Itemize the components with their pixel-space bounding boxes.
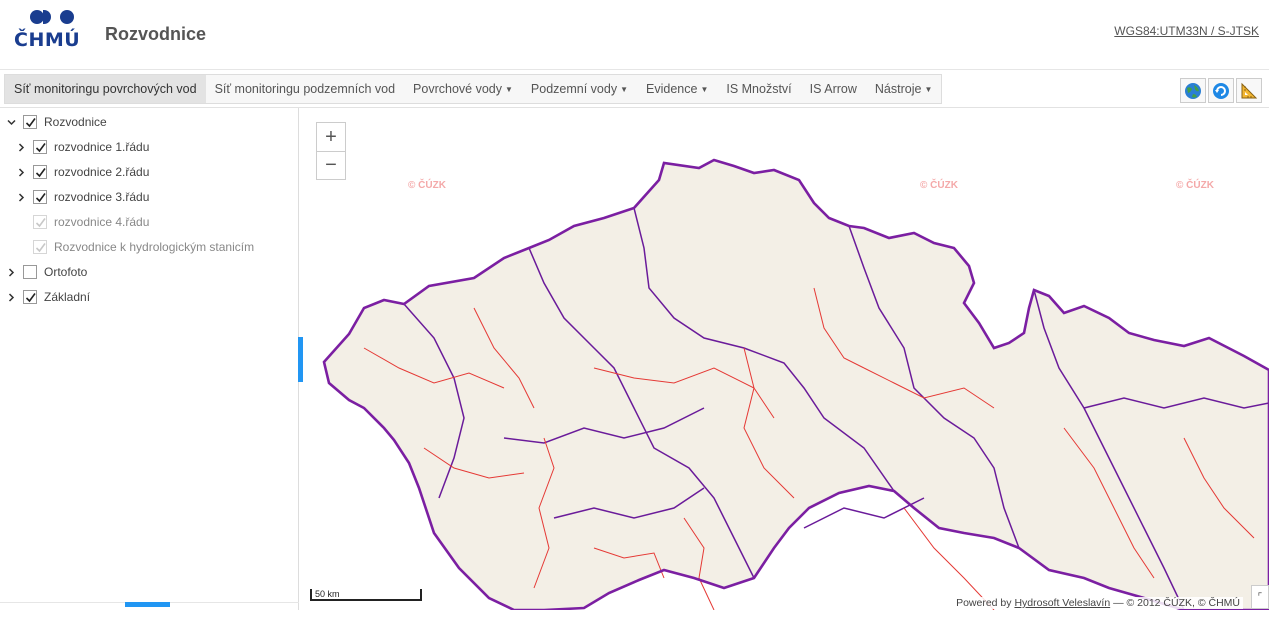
- page-footer: [0, 610, 1269, 618]
- map-basemap: [324, 160, 1269, 610]
- check-icon: [35, 242, 46, 252]
- menu-item-label: IS Množství: [726, 82, 792, 96]
- layer-checkbox: [33, 240, 47, 254]
- measure-button[interactable]: [1236, 78, 1262, 103]
- layer-label: rozvodnice 4.řádu: [54, 215, 150, 229]
- chevron-right-icon[interactable]: [6, 267, 16, 277]
- layer-checkbox[interactable]: [33, 140, 47, 154]
- crs-link[interactable]: WGS84:UTM33N / S-JTSK: [1114, 24, 1259, 38]
- layer-tree-item[interactable]: Ortofoto: [6, 260, 87, 284]
- layer-sidebar: Rozvodnice rozvodnice 1.řádu rozvodnice 2.…: [0, 108, 299, 618]
- layer-tree-item[interactable]: Rozvodnice: [6, 110, 107, 134]
- map-watermark: © ČÚZK: [408, 180, 446, 191]
- layer-label: rozvodnice 3.řádu: [54, 190, 150, 204]
- attribution-suffix: — © 2012 ČÚZK, © ČHMÚ: [1110, 597, 1240, 609]
- menu-item-label: Evidence: [646, 82, 698, 96]
- check-icon: [25, 117, 36, 127]
- chevron-right-icon[interactable]: [16, 192, 26, 202]
- map-canvas[interactable]: [304, 108, 1269, 610]
- layer-label: Rozvodnice: [44, 115, 107, 129]
- sidebar-splitter[interactable]: [298, 337, 303, 382]
- check-icon: [25, 292, 36, 302]
- app-title: Rozvodnice: [105, 24, 207, 44]
- layer-tree-item[interactable]: rozvodnice 3.řádu: [16, 185, 149, 209]
- menu-item-label: Síť monitoringu povrchových vod: [14, 82, 197, 96]
- menu-item[interactable]: IS Množství: [717, 75, 800, 103]
- layer-label: Základní: [44, 290, 91, 304]
- menu-item[interactable]: Síť monitoringu povrchových vod: [5, 75, 206, 103]
- main-navbar: Síť monitoringu povrchových vod Síť monit…: [0, 70, 1269, 108]
- main-menu: Síť monitoringu povrchových vod Síť monit…: [4, 74, 943, 104]
- refresh-button[interactable]: [1208, 78, 1234, 103]
- attribution-prefix: Powered by: [956, 597, 1015, 609]
- menu-item-label: Nástroje: [874, 82, 922, 96]
- layer-checkbox[interactable]: [33, 190, 47, 204]
- zoom-control: + −: [316, 122, 346, 180]
- refresh-icon: [1213, 82, 1229, 99]
- check-icon: [35, 142, 46, 152]
- layer-tree-item[interactable]: rozvodnice 4.řádu: [16, 210, 149, 234]
- chevron-right-icon[interactable]: [16, 142, 26, 152]
- layer-checkbox[interactable]: [23, 265, 37, 279]
- logo-text: ČHMÚ: [14, 29, 81, 51]
- menu-item-label: Povrchové vody: [413, 82, 502, 96]
- layer-tree-item[interactable]: Základní: [6, 285, 90, 309]
- scale-bar: 50 km: [310, 589, 422, 601]
- map-watermark: © ČÚZK: [1176, 180, 1214, 191]
- layer-tree-item[interactable]: rozvodnice 2.řádu: [16, 160, 149, 184]
- menu-item[interactable]: IS Arrow: [801, 75, 866, 103]
- layer-checkbox[interactable]: [23, 290, 37, 304]
- chevron-right-icon[interactable]: [16, 167, 26, 177]
- chevron-down-icon: ▼: [924, 85, 933, 94]
- layer-checkbox: [33, 215, 47, 229]
- layer-label: Rozvodnice k hydrologickým stanicím: [54, 240, 255, 254]
- layer-tree-item[interactable]: rozvodnice 1.řádu: [16, 135, 149, 159]
- menu-item-label: Síť monitoringu podzemních vod: [214, 82, 396, 96]
- app-header: ČHMÚ Rozvodnice WGS84:UTM33N / S-JTSK: [0, 0, 1269, 70]
- ruler-triangle-icon: [1241, 82, 1258, 98]
- menu-item-label: IS Arrow: [809, 82, 857, 96]
- layer-checkbox[interactable]: [23, 115, 37, 129]
- layer-label: Ortofoto: [44, 265, 88, 279]
- layer-label: rozvodnice 2.řádu: [54, 165, 150, 179]
- chmu-logo[interactable]: ČHMÚ: [14, 10, 81, 54]
- menu-item[interactable]: Podzemní vody ▼: [522, 75, 637, 103]
- chevron-down-icon: ▼: [504, 85, 513, 94]
- zoom-out-button[interactable]: −: [317, 151, 345, 179]
- layer-checkbox[interactable]: [33, 165, 47, 179]
- toolbar: [1180, 78, 1262, 103]
- chevron-down-icon: ▼: [620, 85, 628, 94]
- menu-item[interactable]: Evidence ▼: [637, 75, 717, 103]
- menu-item-label: Podzemní vody: [530, 82, 618, 96]
- check-icon: [35, 217, 46, 227]
- check-icon: [35, 167, 46, 177]
- zoom-in-button[interactable]: +: [317, 123, 345, 151]
- chevron-right-icon[interactable]: [6, 292, 16, 302]
- menu-item[interactable]: Síť monitoringu podzemních vod: [206, 75, 404, 103]
- overview-map-button[interactable]: ⌜: [1251, 585, 1269, 609]
- chevron-down-icon[interactable]: [6, 117, 16, 127]
- menu-item[interactable]: Nástroje ▼: [866, 75, 941, 103]
- layer-label: rozvodnice 1.řádu: [54, 140, 150, 154]
- attribution-link[interactable]: Hydrosoft Veleslavín: [1014, 597, 1110, 609]
- chevron-down-icon: ▼: [700, 85, 709, 94]
- map-watermark: © ČÚZK: [920, 180, 958, 191]
- map-view[interactable]: © ČÚZK © ČÚZK © ČÚZK + − 50 km Powered b…: [304, 108, 1269, 610]
- menu-item[interactable]: Povrchové vody ▼: [404, 75, 522, 103]
- layer-tree-item[interactable]: Rozvodnice k hydrologickým stanicím: [16, 235, 254, 259]
- globe-icon: [1185, 82, 1201, 99]
- check-icon: [35, 192, 46, 202]
- map-attribution: Powered by Hydrosoft Veleslavín — © 2012…: [953, 597, 1243, 609]
- sidebar-tab-active[interactable]: [125, 602, 170, 607]
- globe-button[interactable]: [1180, 78, 1206, 103]
